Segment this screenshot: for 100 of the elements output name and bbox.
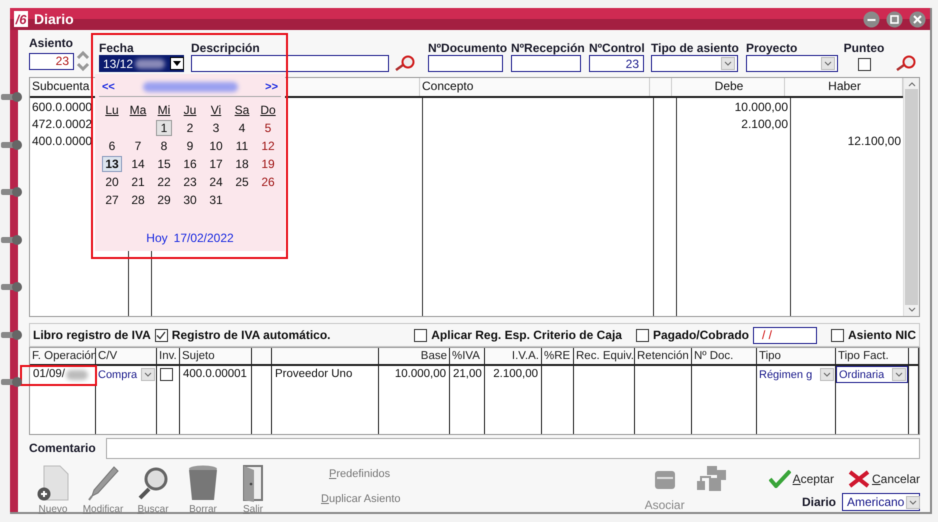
weekday-label: Mi <box>158 103 170 117</box>
calendar-day[interactable]: 30 <box>180 192 200 208</box>
calendar-day[interactable]: 17 <box>206 156 226 172</box>
checkbox[interactable] <box>414 328 428 342</box>
table-cell-text: 2.100,00 <box>492 367 539 382</box>
accept-button[interactable]: Aceptar <box>768 470 834 488</box>
calendar-day[interactable]: 3 <box>208 120 224 136</box>
calendar-day[interactable]: 19 <box>258 156 278 172</box>
calendar-day[interactable]: 8 <box>156 138 172 154</box>
text-field[interactable] <box>191 55 389 72</box>
field-label: Fecha <box>99 41 135 55</box>
caret-icon <box>824 61 832 66</box>
field-label: Descripción <box>191 41 261 55</box>
calendar-day[interactable]: 23 <box>180 174 200 190</box>
dropdown[interactable]: Régimen g <box>757 366 835 383</box>
maximize-icon[interactable] <box>886 10 903 28</box>
check-icon <box>156 330 166 340</box>
calendar-day[interactable]: 7 <box>130 138 146 154</box>
dropdown[interactable]: Ordinaria <box>836 366 908 383</box>
column-header: F. Operación <box>30 348 95 366</box>
search-icon[interactable] <box>394 54 416 72</box>
date-combo[interactable]: 13/12 <box>99 55 184 72</box>
app-logo: /6 <box>14 11 28 27</box>
minimize-icon[interactable] <box>863 10 880 28</box>
table-cell-text: 12.100,00 <box>846 133 902 150</box>
column-header: Tipo <box>757 348 835 366</box>
calendar-day[interactable]: 14 <box>128 156 148 172</box>
field-label: Tipo de asiento <box>651 41 738 55</box>
calendar-day[interactable]: 29 <box>154 192 174 208</box>
table-cell-text: 2.100,00 <box>740 116 789 133</box>
network-icon[interactable] <box>696 466 727 492</box>
calendar-day[interactable]: 1 <box>156 120 172 136</box>
calendar-day[interactable]: 20 <box>102 174 122 190</box>
dropdown[interactable]: Compra <box>96 366 156 383</box>
field-label: Diario <box>802 495 836 509</box>
number-field[interactable]: 23 <box>589 55 644 72</box>
checkbox-label: Pagado/Cobrado <box>652 328 749 342</box>
table-cell-text: 472.0.0002 <box>31 116 94 133</box>
calendar-day[interactable]: 27 <box>102 192 122 208</box>
date-field[interactable]: / / <box>752 326 817 344</box>
comment-field[interactable] <box>106 438 920 458</box>
column-header: Nº Doc. <box>692 348 756 366</box>
section-title: Libro registro de IVA <box>33 328 151 342</box>
column-header: Debe <box>672 78 785 96</box>
calendar-day[interactable]: 28 <box>128 192 148 208</box>
today-button[interactable]: Hoy 17/02/2022 <box>146 231 234 245</box>
calendar-day[interactable]: 26 <box>258 174 278 190</box>
calendar-day[interactable]: 18 <box>232 156 252 172</box>
close-icon <box>848 470 870 488</box>
blurred-text <box>66 370 88 380</box>
weekday-label: Ma <box>130 103 146 117</box>
table-cell: 01/09/ <box>30 366 91 383</box>
calendar-day[interactable]: 9 <box>182 138 198 154</box>
calendar-day[interactable]: 22 <box>154 174 174 190</box>
checkbox[interactable] <box>636 328 649 342</box>
calendar-day[interactable]: 11 <box>232 138 252 154</box>
checkbox-label: Aplicar Reg. Esp. Criterio de Caja <box>431 328 622 342</box>
checkbox[interactable] <box>858 58 870 71</box>
field-label: Punteo <box>844 41 884 55</box>
calendar-day[interactable]: 25 <box>232 174 252 190</box>
column-header: %RE <box>542 348 573 366</box>
text-field[interactable] <box>511 55 581 72</box>
table-cell-text: Proveedor Uno <box>274 367 354 382</box>
calendar-day[interactable]: 16 <box>180 156 200 172</box>
check-icon <box>768 470 791 488</box>
link[interactable]: Duplicar Asiento <box>321 493 400 505</box>
spinner-icon[interactable] <box>77 50 89 72</box>
calendar-day[interactable]: 6 <box>104 138 120 154</box>
weekday-label: Vi <box>210 103 222 117</box>
calendar-day[interactable]: 5 <box>260 120 276 136</box>
dropdown[interactable] <box>651 55 738 72</box>
dropdown[interactable] <box>746 55 838 72</box>
checkbox[interactable] <box>160 368 173 381</box>
calendar-day[interactable]: 31 <box>206 192 226 208</box>
column-header: Rec. Equiv. <box>574 348 634 366</box>
entry-number-field[interactable]: 23 <box>29 52 74 70</box>
checkbox[interactable] <box>154 328 168 342</box>
journal-dropdown[interactable]: Americano <box>842 493 920 511</box>
next-month-button[interactable]: >> <box>265 81 278 93</box>
scrollbar[interactable] <box>903 78 919 316</box>
column-header: Tipo Fact. <box>836 348 908 366</box>
calendar-day[interactable]: 2 <box>182 120 198 136</box>
checkbox[interactable] <box>830 328 844 342</box>
text-field[interactable] <box>428 55 503 72</box>
table-cell-text: 400.0.00001 <box>182 367 248 382</box>
calendar-day[interactable]: 24 <box>206 174 226 190</box>
field-label: Comentario <box>29 441 96 455</box>
calendar-day[interactable]: 13 <box>102 156 122 172</box>
column-header: %IVA <box>450 348 484 366</box>
calendar-day[interactable]: 4 <box>234 120 250 136</box>
archive-box-icon <box>654 470 676 490</box>
calendar-day[interactable]: 12 <box>258 138 278 154</box>
calendar-day[interactable]: 15 <box>154 156 174 172</box>
search-icon[interactable] <box>895 54 917 72</box>
calendar-day[interactable]: 21 <box>128 174 148 190</box>
calendar-day[interactable]: 10 <box>206 138 226 154</box>
cancel-button[interactable]: Cancelar <box>848 470 920 488</box>
previous-month-button[interactable]: << <box>102 81 115 93</box>
link[interactable]: Predefinidos <box>329 468 400 480</box>
close-icon[interactable] <box>909 10 926 28</box>
